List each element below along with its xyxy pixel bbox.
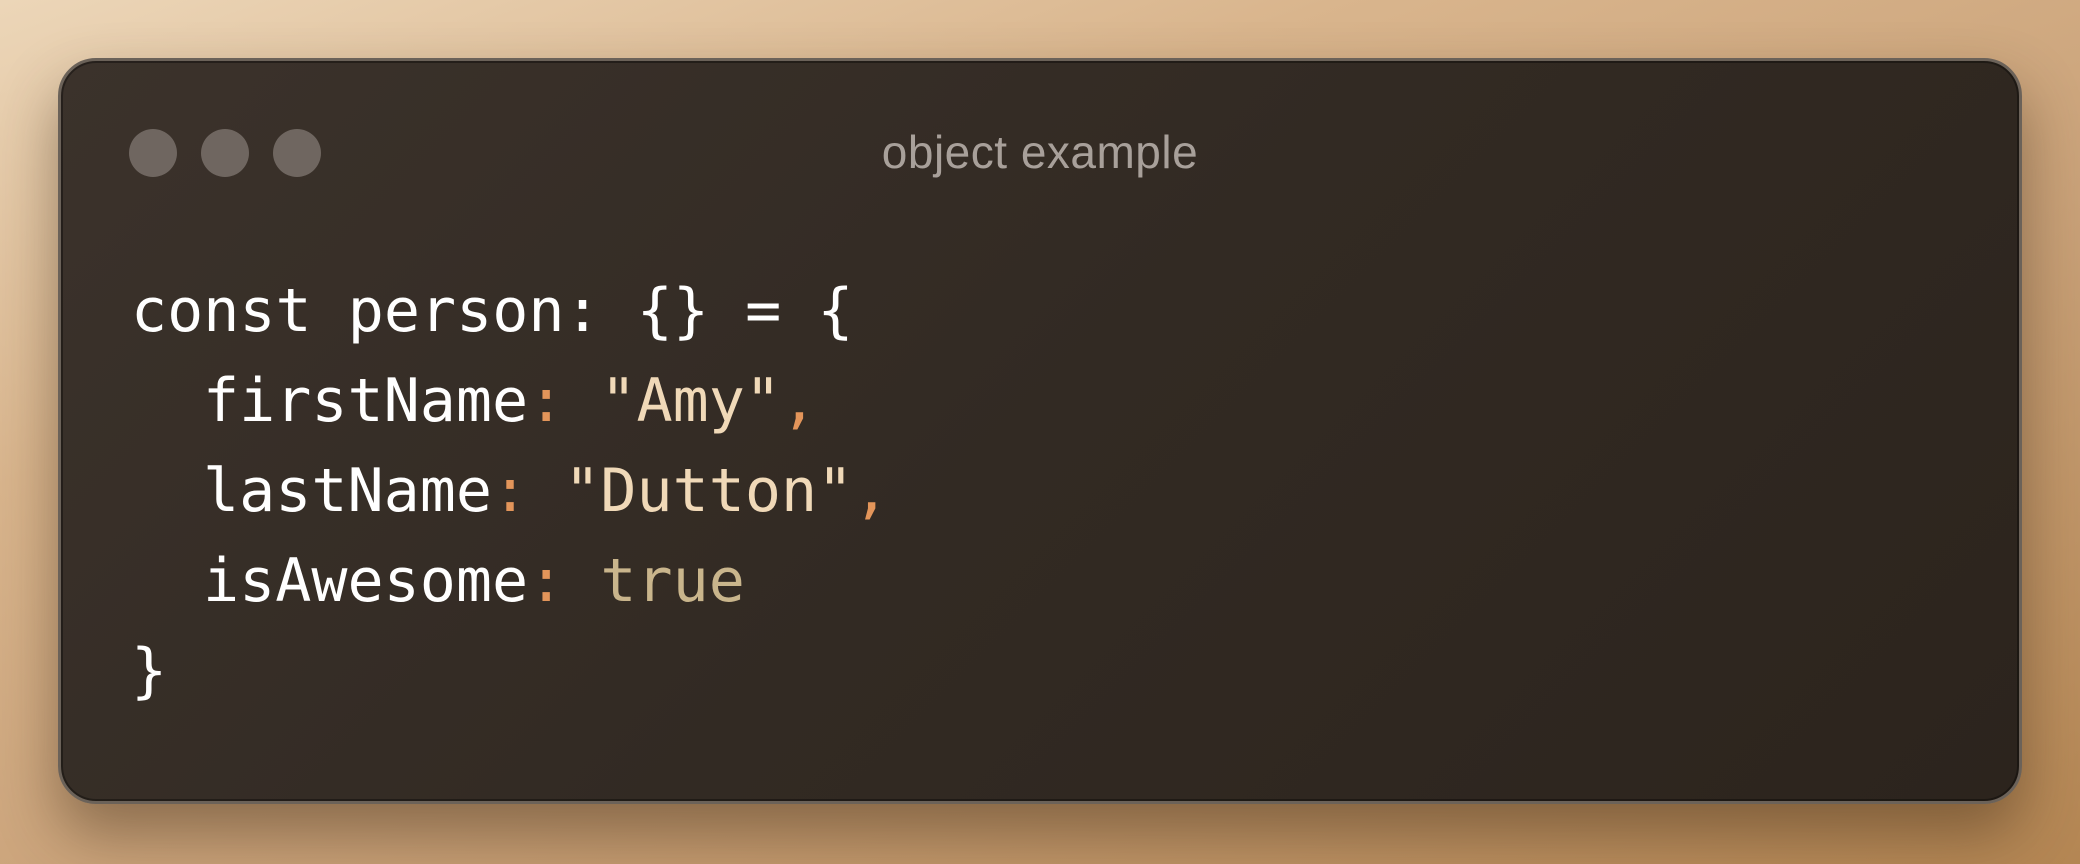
boolean-value: true bbox=[600, 546, 745, 616]
string-value: "Amy" bbox=[600, 366, 781, 436]
comma: , bbox=[780, 366, 818, 436]
code-line-1: const person: {} = { bbox=[131, 276, 854, 346]
code-line-4: isAwesome: true bbox=[131, 536, 889, 626]
code-line-3: lastName: "Dutton", bbox=[131, 446, 889, 536]
comma: , bbox=[853, 456, 890, 526]
property-key: firstName bbox=[203, 366, 529, 436]
code-block: const person: {} = {firstName: "Amy", las… bbox=[131, 266, 889, 716]
property-key: isAwesome bbox=[203, 546, 529, 616]
window-title: object example bbox=[881, 126, 1199, 178]
code-line-5: } bbox=[131, 636, 168, 706]
code-line-2: firstName: "Amy", bbox=[131, 356, 889, 446]
colon: : bbox=[528, 366, 565, 436]
colon: : bbox=[528, 546, 565, 616]
string-value: "Dutton" bbox=[564, 456, 854, 526]
property-key: lastName bbox=[203, 456, 492, 526]
code-window: object example const person: {} = { first… bbox=[58, 58, 2022, 804]
colon: : bbox=[491, 456, 529, 526]
